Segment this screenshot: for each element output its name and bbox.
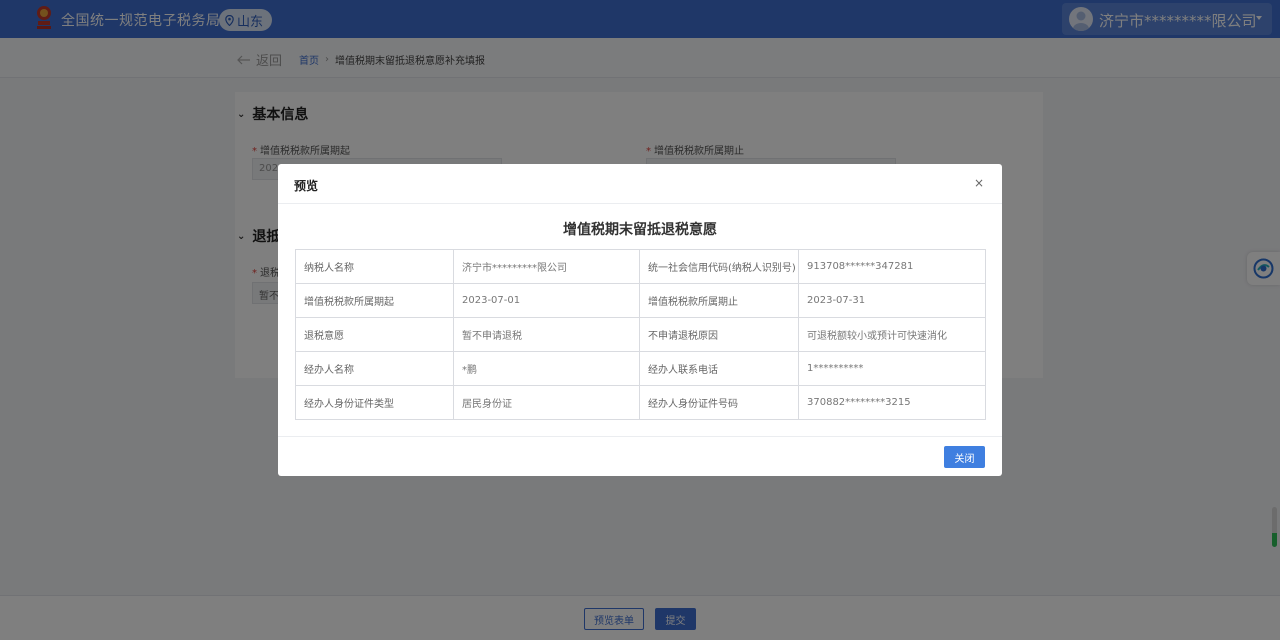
close-button[interactable]: 关闭	[944, 446, 985, 468]
table-cell-label: 经办人身份证件号码	[639, 385, 799, 420]
dialog-header: 预览 ×	[278, 164, 1002, 204]
table-cell-value: *鹏	[453, 351, 640, 386]
table-row: 经办人名称 *鹏 经办人联系电话 1**********	[295, 351, 986, 386]
table-cell-label: 增值税税款所属期止	[639, 283, 799, 318]
document-title: 增值税期末留抵退税意愿	[563, 222, 717, 238]
table-cell-value: 暂不申请退税	[453, 317, 640, 352]
table-cell-value: 居民身份证	[453, 385, 640, 420]
table-row: 纳税人名称 济宁市*********限公司 统一社会信用代码(纳税人识别号) 9…	[295, 249, 986, 284]
table-cell-value: 370882********3215	[798, 385, 986, 420]
preview-dialog: 预览 × 增值税期末留抵退税意愿 纳税人名称 济宁市*********限公司 统…	[278, 164, 1002, 476]
table-cell-label: 经办人联系电话	[639, 351, 799, 386]
table-cell-label: 退税意愿	[295, 317, 454, 352]
table-row: 退税意愿 暂不申请退税 不申请退税原因 可退税额较小或预计可快速消化	[295, 317, 986, 352]
table-cell-label: 增值税税款所属期起	[295, 283, 454, 318]
table-row: 增值税税款所属期起 2023-07-01 增值税税款所属期止 2023-07-3…	[295, 283, 986, 318]
table-cell-value: 1**********	[798, 351, 986, 386]
table-cell-value: 913708******347281	[798, 249, 986, 284]
table-row: 经办人身份证件类型 居民身份证 经办人身份证件号码 370882********…	[295, 385, 986, 420]
preview-table: 纳税人名称 济宁市*********限公司 统一社会信用代码(纳税人识别号) 9…	[295, 249, 986, 420]
table-cell-value: 2023-07-01	[453, 283, 640, 318]
table-cell-value: 2023-07-31	[798, 283, 986, 318]
close-icon[interactable]: ×	[972, 176, 986, 190]
table-cell-value: 可退税额较小或预计可快速消化	[798, 317, 986, 352]
table-cell-label: 统一社会信用代码(纳税人识别号)	[639, 249, 799, 284]
dialog-footer	[278, 436, 1002, 476]
table-cell-value: 济宁市*********限公司	[453, 249, 640, 284]
table-cell-label: 经办人身份证件类型	[295, 385, 454, 420]
table-cell-label: 经办人名称	[295, 351, 454, 386]
table-cell-label: 纳税人名称	[295, 249, 454, 284]
table-cell-label: 不申请退税原因	[639, 317, 799, 352]
dialog-title: 预览	[294, 179, 319, 193]
